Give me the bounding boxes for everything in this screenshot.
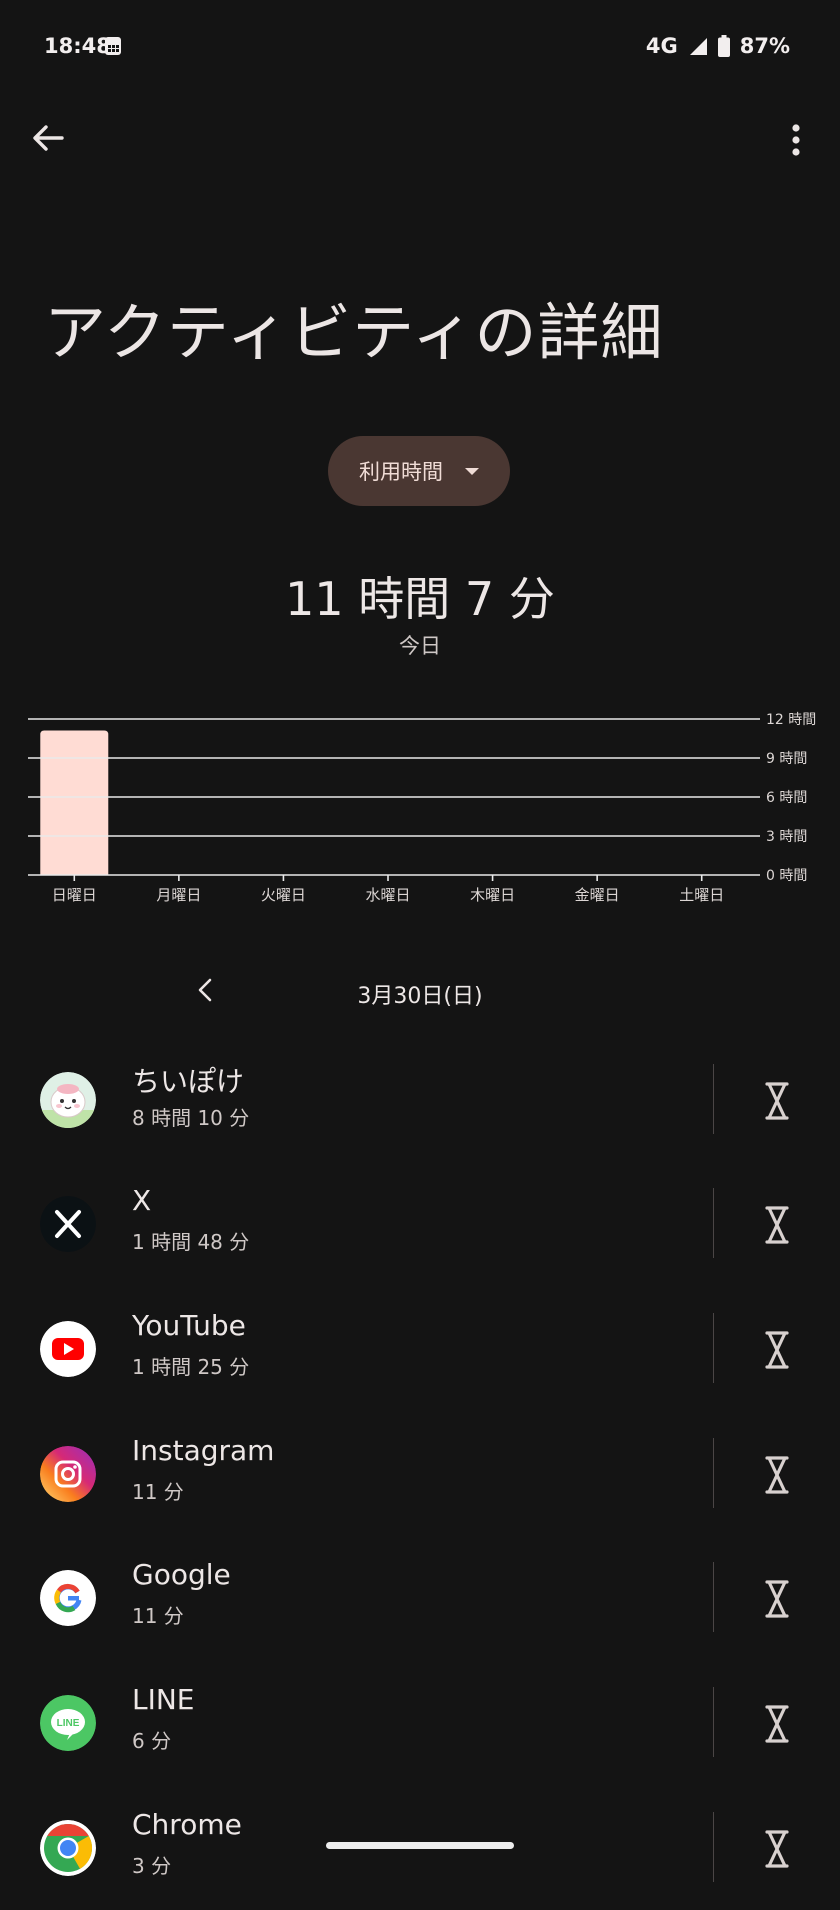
chart-x-tick-label: 土曜日 (679, 886, 724, 904)
app-name: Instagram (132, 1434, 275, 1467)
chrome-icon (40, 1820, 96, 1876)
period-label: 今日 (399, 634, 441, 658)
usage-bar-chart: 0 時間 3 時間 6 時間 9 時間 12 時間日曜日 月曜日 火曜日 水曜日 木曜日 金曜日 土… (28, 712, 816, 904)
x-icon (40, 1196, 96, 1252)
row-divider (713, 1438, 714, 1508)
row-divider (713, 1687, 714, 1757)
line-icon: LINE (40, 1695, 96, 1751)
chart-x-tick-label: 月曜日 (156, 886, 201, 904)
chart-y-tick-label: 3 時間 (766, 829, 807, 845)
row-divider (713, 1064, 714, 1134)
chart-bar (40, 730, 109, 875)
chart-x-tick-label: 水曜日 (365, 886, 410, 904)
network-type: 4G (645, 34, 678, 58)
row-divider (713, 1313, 714, 1383)
row-divider (713, 1562, 714, 1632)
app-name: Google (132, 1558, 231, 1591)
sim-card-icon (105, 37, 121, 55)
hourglass-timer-icon[interactable] (752, 1325, 802, 1375)
chart-y-tick-label: 9 時間 (766, 751, 807, 767)
app-name: YouTube (132, 1309, 246, 1342)
battery-icon (717, 35, 730, 57)
row-divider (713, 1812, 714, 1882)
hourglass-timer-icon[interactable] (752, 1076, 802, 1126)
chart-y-tick-label: 6 時間 (766, 790, 807, 806)
app-row[interactable]: Google 11 分 (0, 1536, 840, 1660)
row-divider (713, 1188, 714, 1258)
app-row[interactable]: LINE LINE 6 分 (0, 1661, 840, 1785)
app-name: LINE (132, 1683, 195, 1716)
usage-type-dropdown[interactable]: 利用時間 (328, 436, 510, 506)
app-row[interactable]: Instagram 11 分 (0, 1412, 840, 1536)
app-usage-time: 11 分 (132, 1604, 184, 1628)
app-row[interactable]: YouTube 1 時間 25 分 (0, 1287, 840, 1411)
more-options-icon[interactable] (784, 120, 808, 160)
app-row[interactable]: X 1 時間 48 分 (0, 1162, 840, 1286)
google-icon (40, 1570, 96, 1626)
chart-y-tick-label: 0 時間 (766, 868, 807, 884)
app-usage-time: 6 分 (132, 1729, 172, 1753)
back-arrow-icon[interactable] (28, 118, 68, 158)
chart-y-tick-label: 12 時間 (766, 712, 816, 728)
app-usage-time: 1 時間 48 分 (132, 1230, 250, 1254)
hourglass-timer-icon[interactable] (752, 1574, 802, 1624)
chiipoke-icon (40, 1072, 96, 1128)
svg-text:LINE: LINE (57, 1718, 80, 1729)
app-row[interactable]: ちいぽけ 8 時間 10 分 (0, 1038, 840, 1162)
app-usage-time: 1 時間 25 分 (132, 1355, 250, 1379)
app-usage-time: 11 分 (132, 1480, 184, 1504)
app-name: ちいぽけ (132, 1065, 245, 1098)
signal-icon (689, 38, 707, 55)
selected-date: 3月30日(日) (357, 984, 483, 1009)
page-title: アクティビティの詳細 (44, 296, 664, 369)
battery-level: 87% (739, 34, 790, 58)
chart-x-tick-label: 日曜日 (52, 886, 97, 904)
status-time: 18:48 (44, 34, 111, 58)
app-name: Chrome (132, 1808, 242, 1841)
instagram-icon (40, 1446, 96, 1502)
hourglass-timer-icon[interactable] (752, 1200, 802, 1250)
hourglass-timer-icon[interactable] (752, 1450, 802, 1500)
hourglass-timer-icon[interactable] (752, 1699, 802, 1749)
chart-x-tick-label: 金曜日 (575, 886, 620, 904)
total-usage: 11 時間 7 分 (285, 572, 555, 626)
app-usage-time: 3 分 (132, 1854, 172, 1878)
chart-x-tick-label: 火曜日 (261, 886, 306, 904)
status-bar: 18:48 4G 87% (0, 0, 840, 92)
dropdown-arrow-icon (465, 467, 479, 475)
dropdown-label: 利用時間 (359, 460, 443, 484)
home-gesture-bar[interactable] (326, 1842, 514, 1849)
app-usage-time: 8 時間 10 分 (132, 1106, 250, 1130)
youtube-icon (40, 1321, 96, 1377)
app-name: X (132, 1184, 152, 1217)
chart-x-tick-label: 木曜日 (470, 886, 515, 904)
status-right: 4G 87% (646, 34, 790, 58)
